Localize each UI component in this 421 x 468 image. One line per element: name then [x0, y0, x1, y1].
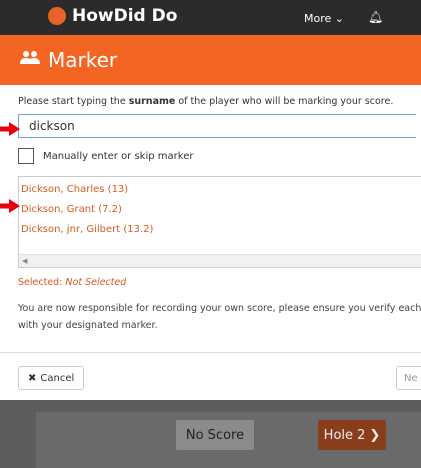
instructions-prefix: Please start typing the — [18, 96, 129, 107]
hole-2-button: Hole 2 ❯ — [318, 420, 386, 450]
bell-icon[interactable]: 🔔︎ — [368, 10, 383, 24]
manual-marker-label[interactable]: Manually enter or skip marker — [43, 151, 193, 162]
modal-title: Marker — [48, 48, 118, 72]
responsibility-notice: You are now responsible for recording yo… — [18, 300, 421, 334]
modal-footer: ✖ Cancel Ne — [0, 352, 421, 401]
horizontal-scrollbar[interactable]: ◀ — [19, 254, 421, 267]
chevron-right-icon: ❯ — [369, 427, 381, 443]
selected-status: Selected: Not Selected — [18, 277, 421, 288]
scroll-left-icon[interactable]: ◀ — [22, 255, 27, 267]
notice-line: with your designated marker. — [18, 320, 158, 331]
app-logo[interactable]: HowDid Do — [48, 6, 177, 26]
marker-modal: Marker Please start typing the surname o… — [0, 35, 421, 400]
close-icon: ✖ — [28, 372, 37, 384]
manual-marker-row[interactable]: Manually enter or skip marker — [18, 148, 421, 164]
marker-search-input[interactable] — [18, 114, 416, 138]
instructions-suffix: of the player who will be marking your s… — [175, 96, 394, 107]
no-score-button: No Score — [176, 420, 254, 450]
cancel-button[interactable]: ✖ Cancel — [18, 366, 85, 390]
manual-marker-checkbox[interactable] — [18, 148, 34, 164]
result-item[interactable]: Dickson, jnr, Gilbert (13.2) — [19, 220, 421, 240]
annotation-arrow-icon — [0, 199, 20, 213]
next-button[interactable]: Ne — [396, 366, 421, 390]
modal-header: Marker — [0, 35, 421, 85]
logo-text: HowDid Do — [72, 6, 178, 26]
app-header: HowDid Do More ⌄ 🔔︎ — [0, 0, 421, 40]
selected-prefix: Selected: — [18, 277, 66, 288]
more-menu[interactable]: More ⌄ — [304, 12, 344, 25]
selected-value: Not Selected — [65, 277, 127, 288]
logo-mark-icon — [48, 7, 66, 25]
modal-body: Please start typing the surname of the p… — [0, 96, 421, 334]
annotation-arrow-icon — [0, 122, 20, 136]
cancel-label: Cancel — [40, 372, 75, 384]
result-item[interactable]: Dickson, Charles (13) — [19, 180, 421, 200]
results-list: Dickson, Charles (13) Dickson, Grant (7.… — [18, 176, 421, 268]
instructions-bold: surname — [128, 96, 176, 107]
users-icon — [20, 50, 40, 71]
result-item[interactable]: Dickson, Grant (7.2) — [19, 200, 421, 220]
instructions-text: Please start typing the surname of the p… — [18, 96, 421, 107]
hole-label: Hole 2 — [323, 427, 366, 443]
notice-line: You are now responsible for recording yo… — [18, 303, 421, 314]
